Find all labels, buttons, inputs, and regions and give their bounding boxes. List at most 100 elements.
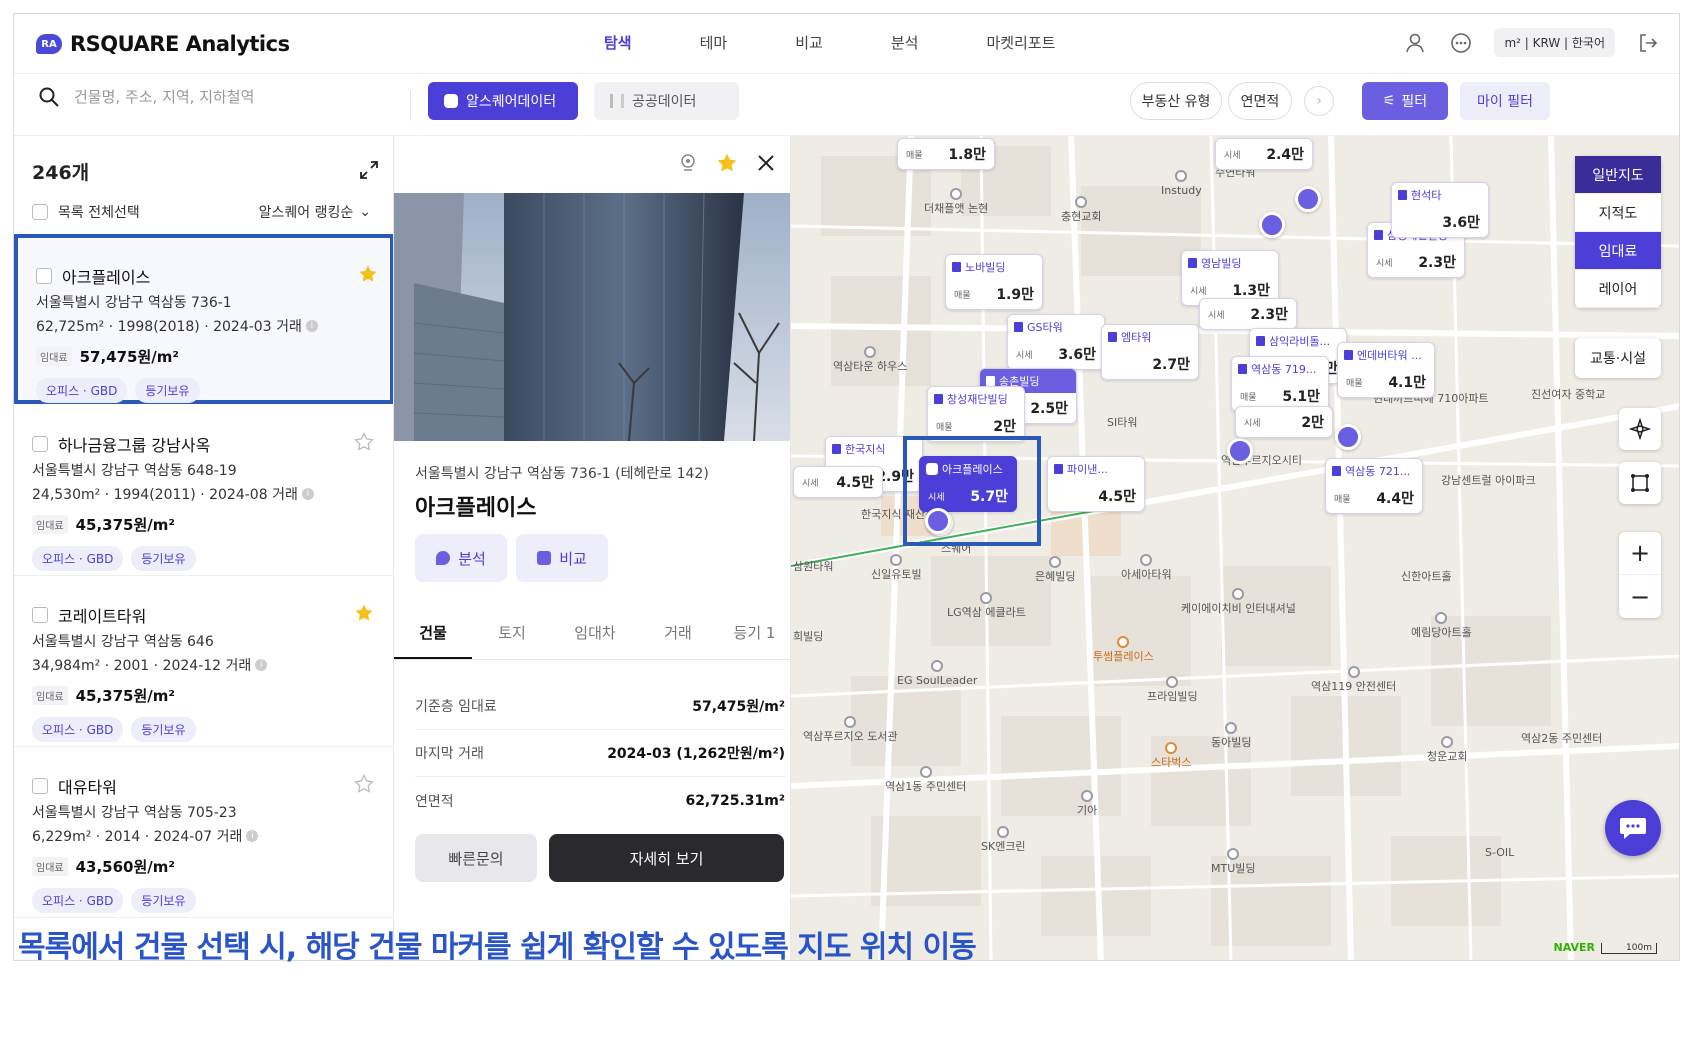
poi[interactable]: 더채플앳 논현	[924, 188, 988, 215]
info-icon[interactable]: i	[255, 659, 268, 671]
chat-icon[interactable]	[1605, 800, 1661, 856]
info-icon[interactable]: i	[305, 320, 318, 332]
compare-button[interactable]: 비교	[516, 534, 608, 582]
poi[interactable]: Instudy	[1161, 170, 1202, 197]
poi[interactable]: EG SoulLeader	[897, 660, 977, 687]
zoom-out-icon[interactable]: −	[1619, 575, 1661, 618]
map-marker[interactable]: 엠타워 2.7만	[1101, 324, 1199, 380]
poi[interactable]: 역삼1동 주민센터	[885, 766, 966, 793]
tab-land[interactable]: 토지	[472, 606, 552, 659]
list-item[interactable]: 아크플레이스 서울특별시 강남구 역삼동 736-1 62,725m² · 19…	[14, 234, 393, 404]
item-checkbox[interactable]	[36, 268, 52, 284]
poi[interactable]: 청운교회	[1427, 736, 1467, 763]
map-marker[interactable]: 노바빌딩 매물 1.9만	[945, 254, 1043, 310]
poi[interactable]: 투썸플레이스	[1093, 636, 1154, 663]
tab-transaction[interactable]: 거래	[638, 606, 718, 659]
poi[interactable]: 역삼119 안전센터	[1311, 666, 1396, 693]
map-marker[interactable]: 엔데버타워 ... 매물 4.1만	[1337, 342, 1435, 398]
filter-button[interactable]: ⚟ 필터	[1362, 82, 1448, 120]
zoom-in-icon[interactable]: +	[1619, 532, 1661, 575]
unit-selector[interactable]: m² | KRW | 한국어	[1494, 28, 1615, 57]
poi[interactable]: 역삼2동 주민센터	[1521, 732, 1602, 745]
map-layer-button[interactable]: 레이어	[1575, 270, 1661, 308]
star-outline-icon[interactable]	[354, 774, 374, 798]
tab-lease[interactable]: 임대차	[552, 606, 638, 659]
tab-building[interactable]: 건물	[394, 606, 472, 659]
poi[interactable]: 역삼푸르지오 도서관	[803, 716, 898, 743]
poi[interactable]: SK엔크린	[981, 826, 1026, 853]
map-view[interactable]: 수연타워 더채플앳 논현 충현교회 Instudy 역삼타운 하우스 SI타워 …	[791, 136, 1679, 960]
poi[interactable]: SI타워	[1107, 416, 1137, 429]
user-icon[interactable]	[1402, 30, 1428, 56]
item-checkbox[interactable]	[32, 607, 48, 623]
info-icon[interactable]: i	[246, 830, 259, 842]
search-input[interactable]	[74, 88, 374, 106]
map-marker[interactable]: 파이낸... 4.5만	[1047, 456, 1145, 512]
poi[interactable]: 은혜빌딩	[1035, 556, 1075, 583]
map-marker[interactable]: 창성재단빌딩 매물 2만	[927, 386, 1025, 442]
map-marker[interactable]: 매물 1.8만	[897, 138, 995, 170]
poi[interactable]: 예림당아트홀	[1411, 612, 1472, 639]
poi[interactable]: MTU빌딩	[1211, 848, 1256, 875]
nav-compare[interactable]: 비교	[795, 32, 823, 53]
area-select-icon[interactable]	[1619, 462, 1661, 504]
map-type-normal[interactable]: 일반지도	[1575, 156, 1661, 194]
select-all[interactable]: 목록 전체선택	[32, 202, 140, 222]
map-marker[interactable]: 역삼동 721... 매물 4.4만	[1325, 458, 1423, 514]
poi[interactable]: 삼원타워	[793, 560, 833, 573]
star-filled-icon[interactable]	[716, 152, 738, 178]
map-marker[interactable]: 시세 2.4만	[1215, 138, 1313, 170]
building-pin[interactable]	[1227, 438, 1253, 464]
poi[interactable]: 진선여자 중학교	[1531, 388, 1605, 401]
poi[interactable]: 케이에이치비 인터내셔널	[1181, 588, 1296, 615]
sort-dropdown[interactable]: 알스퀘어 랭킹순 ⌄	[259, 202, 371, 222]
poi[interactable]: S-OIL	[1485, 846, 1514, 859]
tab-registry[interactable]: 등기 1	[718, 606, 790, 659]
property-type-chip[interactable]: 부동산 유형	[1130, 82, 1222, 120]
list-item[interactable]: 하나금융그룹 강남사옥 서울특별시 강남구 역삼동 648-19 24,530m…	[14, 406, 393, 576]
info-icon[interactable]: i	[301, 488, 314, 500]
item-checkbox[interactable]	[32, 436, 48, 452]
map-type-rent[interactable]: 임대료	[1575, 232, 1661, 270]
building-pin[interactable]	[1295, 186, 1321, 212]
poi[interactable]: 강남센트럴 아이파크	[1441, 474, 1536, 487]
poi[interactable]: 아세아타워	[1121, 554, 1172, 581]
list-item[interactable]: 대유타워 서울특별시 강남구 역삼동 705-23 6,229m² · 2014…	[14, 748, 393, 918]
location-pin-icon[interactable]	[678, 153, 698, 177]
map-marker[interactable]: 현석타 3.6만	[1391, 182, 1489, 238]
map-marker[interactable]: 역삼동 719... 매물 5.1만	[1231, 356, 1329, 412]
quick-inquiry-button[interactable]: 빠른문의	[415, 834, 537, 882]
logo[interactable]: RA RSQUARE Analytics	[36, 32, 290, 56]
item-checkbox[interactable]	[32, 778, 48, 794]
more-icon[interactable]	[1448, 30, 1474, 56]
poi[interactable]: 프라임빌딩	[1147, 676, 1198, 703]
star-filled-icon[interactable]	[354, 603, 374, 627]
map-marker[interactable]: 시세 2만	[1235, 406, 1333, 438]
list-item[interactable]: 코레이트타워 서울특별시 강남구 역삼동 646 34,984m² · 2001…	[14, 577, 393, 747]
public-data-button[interactable]: 공공데이터	[594, 82, 739, 120]
compass-icon[interactable]	[1619, 408, 1661, 450]
poi[interactable]: 신일유토빌	[871, 554, 922, 581]
nav-market-report[interactable]: 마켓리포트	[986, 32, 1055, 53]
star-outline-icon[interactable]	[354, 432, 374, 456]
view-details-button[interactable]: 자세히 보기	[549, 834, 784, 882]
map-marker[interactable]: 시세 4.5만	[793, 466, 883, 498]
map-marker[interactable]: GS타워 시세 3.6만	[1007, 314, 1105, 370]
select-all-checkbox[interactable]	[32, 204, 48, 220]
analysis-button[interactable]: 분석	[415, 534, 507, 582]
nav-theme[interactable]: 테마	[700, 32, 728, 53]
close-icon[interactable]	[756, 153, 776, 177]
poi[interactable]: LG역삼 에클라트	[947, 592, 1026, 619]
my-filter-button[interactable]: 마이 필터	[1460, 82, 1550, 120]
rsquare-data-button[interactable]: 알스퀘어데이터	[428, 82, 578, 120]
area-chip[interactable]: 연면적	[1228, 82, 1292, 120]
poi[interactable]: 역삼타운 하우스	[833, 346, 907, 373]
poi[interactable]: 스타벅스	[1151, 742, 1191, 769]
poi[interactable]: 신한아트홀	[1401, 570, 1452, 583]
transit-button[interactable]: 교통·시설	[1575, 338, 1661, 378]
expand-icon[interactable]	[359, 160, 379, 184]
poi[interactable]: 동아빌딩	[1211, 722, 1251, 749]
poi[interactable]: 희빌딩	[793, 630, 823, 643]
star-filled-icon[interactable]	[358, 264, 378, 288]
chevron-right-icon[interactable]: ›	[1304, 86, 1334, 116]
